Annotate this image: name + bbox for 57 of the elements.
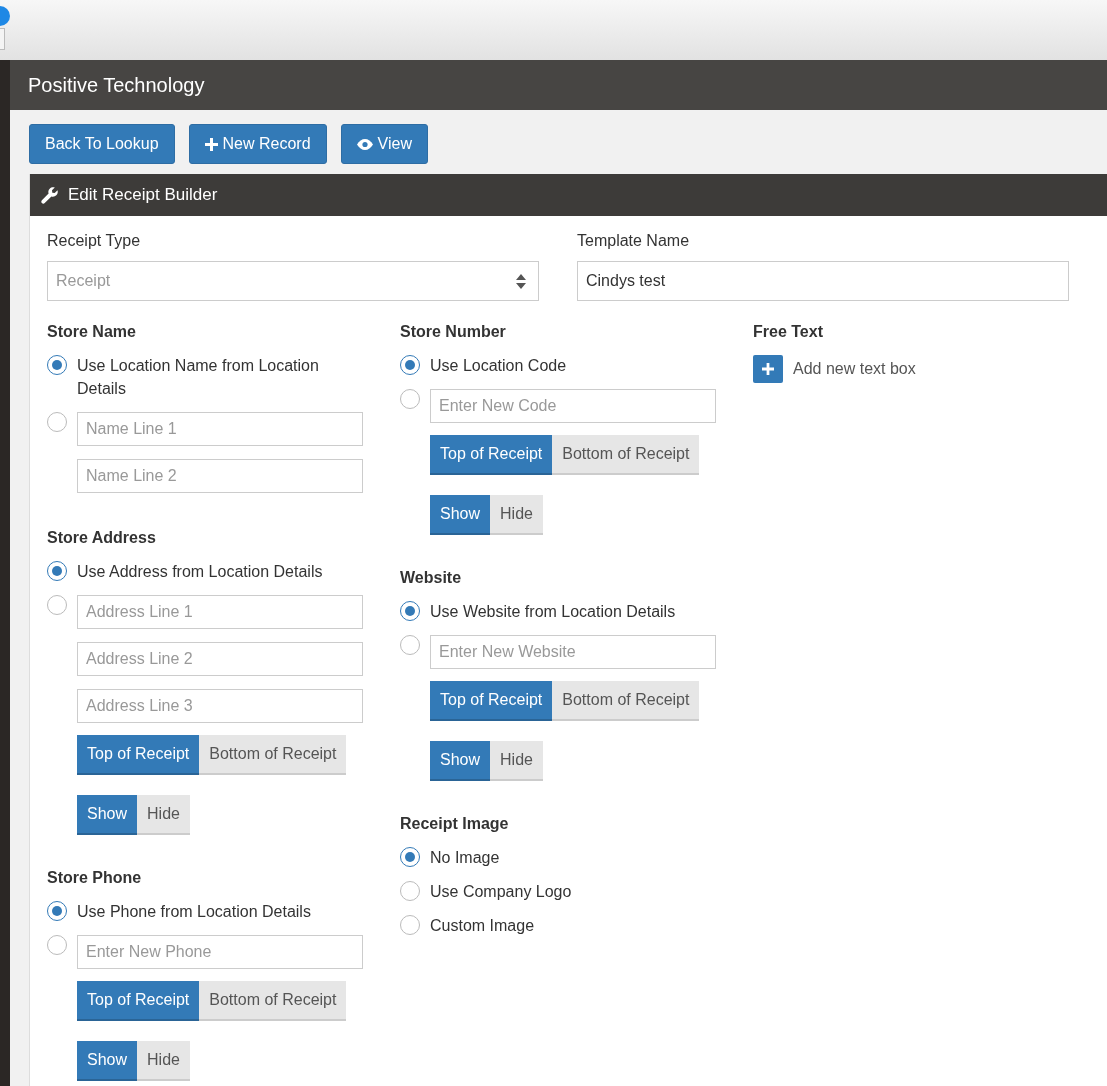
option-label: Use Company Logo <box>430 882 572 902</box>
toggle-button[interactable]: Top of Receipt <box>430 681 553 719</box>
toggle-button[interactable]: Top of Receipt <box>430 435 553 473</box>
tab-edge <box>0 28 5 50</box>
panel-title: Edit Receipt Builder <box>68 185 218 205</box>
toggle-button[interactable]: Top of Receipt <box>77 735 200 773</box>
option-label: Use Location Name from Location Details <box>77 356 320 399</box>
add-button[interactable] <box>753 355 783 383</box>
sort-arrows-icon <box>516 273 526 289</box>
toggle-button[interactable]: Bottom of Receipt <box>199 981 347 1019</box>
add-label: Add new text box <box>793 360 916 378</box>
text-field[interactable]: Address Line 2 <box>77 642 363 676</box>
toggle-button[interactable]: Show <box>430 495 491 533</box>
text-field[interactable]: Enter New Website <box>430 635 716 669</box>
option-label: Use Phone from Location Details <box>77 902 311 922</box>
section-title: Website <box>400 569 463 587</box>
section-title: Receipt Image <box>400 815 510 833</box>
section-title: Free Text <box>753 323 824 341</box>
text-field[interactable]: Name Line 2 <box>77 459 363 493</box>
plus-icon <box>762 363 774 375</box>
toggle-button[interactable]: Hide <box>490 495 543 533</box>
toggle-button[interactable]: Hide <box>137 795 190 833</box>
text-field[interactable]: Address Line 1 <box>77 595 363 629</box>
section-title: Store Number <box>400 323 507 341</box>
option-label: Custom Image <box>430 916 535 936</box>
text-field[interactable]: Cindys test <box>577 261 1069 301</box>
option-label: No Image <box>430 848 500 868</box>
field-label: Template Name <box>577 232 691 250</box>
app-title: Positive Technology <box>28 73 205 97</box>
option-label: Use Address from Location Details <box>77 562 323 582</box>
option-label: Use Website from Location Details <box>430 602 676 622</box>
eye-icon <box>356 138 373 150</box>
select-field[interactable]: Receipt <box>47 261 539 301</box>
toggle-button[interactable]: Hide <box>490 741 543 779</box>
section-title: Store Phone <box>47 869 143 887</box>
toggle-button[interactable]: Bottom of Receipt <box>199 735 347 773</box>
toggle-button[interactable]: Bottom of Receipt <box>552 681 700 719</box>
text-field[interactable]: Name Line 1 <box>77 412 363 446</box>
text-field[interactable]: Address Line 3 <box>77 689 363 723</box>
plus-icon <box>204 137 218 151</box>
wrench-icon <box>41 186 59 204</box>
section-title: Store Address <box>47 529 157 547</box>
option-label: Use Location Code <box>430 356 567 376</box>
toolbar-button[interactable]: New Record <box>188 124 327 164</box>
toolbar-button[interactable]: View <box>340 124 428 164</box>
section-title: Store Name <box>47 323 137 341</box>
toggle-button[interactable]: Hide <box>137 1041 190 1079</box>
toggle-button[interactable]: Bottom of Receipt <box>552 435 700 473</box>
toggle-button[interactable]: Show <box>430 741 491 779</box>
field-label: Receipt Type <box>47 232 142 250</box>
toggle-button[interactable]: Top of Receipt <box>77 981 200 1019</box>
toggle-button[interactable]: Show <box>77 1041 138 1079</box>
toggle-button[interactable]: Show <box>77 795 138 833</box>
text-field[interactable]: Enter New Phone <box>77 935 363 969</box>
toolbar-button[interactable]: Back To Lookup <box>29 124 175 164</box>
text-field[interactable]: Enter New Code <box>430 389 716 423</box>
app-icon[interactable] <box>0 6 10 26</box>
